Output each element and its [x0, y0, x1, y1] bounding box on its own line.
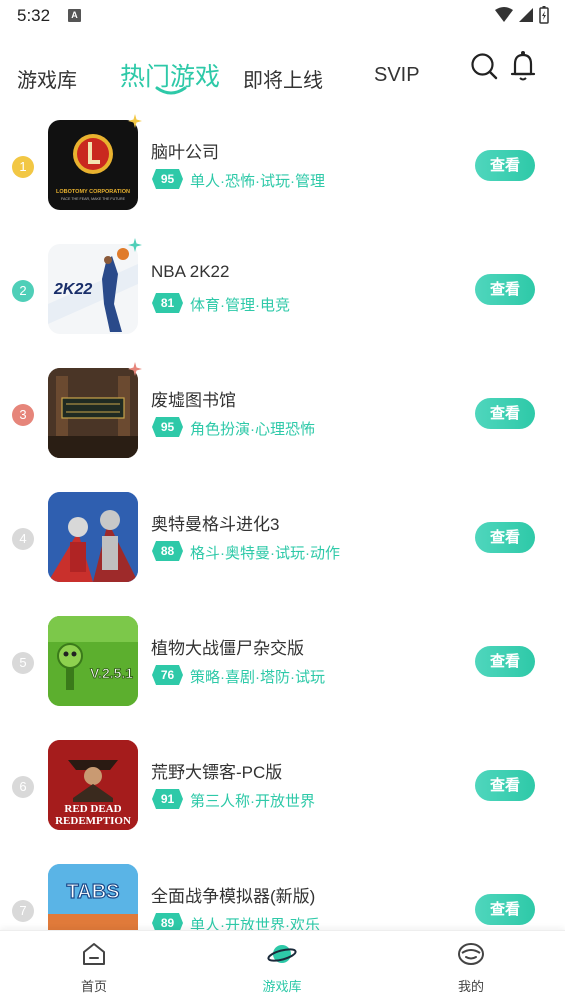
score-badge: 81	[152, 291, 183, 315]
view-button[interactable]: 查看	[475, 398, 535, 429]
hot-games-list: 1 LOBOTOMY CORPORATION FACE THE FEAR, MA…	[0, 110, 565, 930]
star-sparkle-icon	[128, 114, 142, 128]
active-tab-indicator	[155, 86, 187, 95]
bell-icon[interactable]	[509, 50, 537, 82]
score-badge: 95	[152, 167, 183, 191]
game-tags: 第三人称·开放世界	[190, 793, 315, 810]
cover-subtitle: FACE THE FEAR, MAKE THE FUTURE	[61, 197, 126, 201]
status-bar: 5:32 A	[0, 0, 565, 34]
planet-icon	[267, 945, 297, 963]
game-cover-lobotomy-corporation: LOBOTOMY CORPORATION FACE THE FEAR, MAKE…	[48, 120, 138, 210]
rank-badge: 7	[12, 900, 34, 922]
rank-badge: 5	[12, 652, 34, 674]
game-tags: 角色扮演·心理恐怖	[190, 421, 315, 438]
star-sparkle-icon	[128, 362, 142, 376]
nav-label: 首页	[80, 979, 107, 994]
score-value: 81	[160, 296, 175, 310]
nav-home[interactable]: 首页	[54, 941, 134, 995]
view-button[interactable]: 查看	[475, 894, 535, 925]
rank-badge: 2	[12, 280, 34, 302]
game-cover-tabs: TABS	[48, 864, 138, 930]
rank-badge: 1	[12, 156, 34, 178]
game-tags: 单人·恐怖·试玩·管理	[190, 173, 325, 190]
score-value: 89	[160, 916, 175, 930]
status-time: 5:32	[17, 6, 51, 25]
game-tags: 策略·喜剧·塔防·试玩	[190, 669, 325, 686]
cover-title: TABS	[67, 881, 120, 903]
score-value: 91	[160, 792, 175, 806]
score-value: 88	[160, 544, 175, 558]
profile-icon	[458, 943, 484, 965]
view-button[interactable]: 查看	[475, 770, 535, 801]
home-icon	[83, 943, 105, 965]
score-value: 95	[160, 172, 175, 186]
game-name: 荒野大镖客-PC版	[151, 763, 283, 782]
view-button[interactable]: 查看	[475, 274, 535, 305]
tab-coming-soon[interactable]: 即将上线	[243, 64, 323, 93]
nav-label: 我的	[457, 979, 484, 994]
game-name: 全面战争模拟器(新版)	[151, 887, 316, 906]
score-badge: 89	[152, 911, 183, 930]
search-icon[interactable]	[470, 52, 498, 80]
score-badge: 95	[152, 415, 183, 439]
signal-icon	[519, 8, 533, 22]
rank-badge: 6	[12, 776, 34, 798]
game-name: 奥特曼格斗进化3	[151, 515, 280, 534]
view-button[interactable]: 查看	[475, 522, 535, 553]
score-value: 76	[160, 668, 175, 682]
tab-game-library[interactable]: 游戏库	[17, 64, 77, 93]
nav-profile[interactable]: 我的	[431, 941, 511, 995]
star-sparkle-icon	[128, 238, 142, 252]
rank-badge: 4	[12, 528, 34, 550]
game-cover-nba-2k22: 2K22	[48, 244, 138, 334]
game-tags: 格斗·奥特曼·试玩·动作	[190, 545, 340, 562]
game-name: NBA 2K22	[151, 262, 230, 281]
cover-subtitle: REDEMPTION	[55, 815, 131, 827]
score-badge: 88	[152, 539, 183, 563]
game-row-lobotomy-corporation[interactable]: 1 LOBOTOMY CORPORATION FACE THE FEAR, MA…	[0, 110, 565, 234]
score-value: 95	[160, 420, 175, 434]
notification-a-icon: A	[68, 9, 81, 22]
game-name: 废墟图书馆	[151, 391, 236, 410]
cover-title: 2K22	[53, 281, 92, 298]
view-button[interactable]: 查看	[475, 150, 535, 181]
game-row-tabs[interactable]: 7 TABS 全面战争模拟器(新版) 89 单人·开放世界·欢乐 查看	[0, 854, 565, 930]
wifi-icon	[495, 7, 513, 22]
game-tags: 体育·管理·电竞	[190, 297, 290, 314]
game-name: 植物大战僵尸杂交版	[151, 639, 304, 658]
game-cover-library-of-ruina	[48, 368, 138, 458]
cover-title: V.2.5.1	[90, 665, 133, 681]
game-row-red-dead-redemption[interactable]: 6 RED DEAD REDEMPTION 荒野大镖客-PC版 91 第三人称·…	[0, 730, 565, 854]
tab-svip[interactable]: SVIP	[374, 64, 420, 87]
game-row-ultraman-fighting-evolution-3[interactable]: 4 奥特曼格斗进化3 88 格斗·奥特曼·试玩·动作 查看	[0, 482, 565, 606]
game-row-nba-2k22[interactable]: 2 2K22 NBA 2K22 81 体育·管理·电竞 查看	[0, 234, 565, 358]
cover-title: LOBOTOMY CORPORATION	[56, 189, 130, 195]
game-row-pvz-hybrid[interactable]: 5 V.2.5.1 植物大战僵尸杂交版 76 策略·喜剧·塔防·试玩 查看	[0, 606, 565, 730]
rank-badge: 3	[12, 404, 34, 426]
bottom-navigation: 首页 游戏库 我的	[0, 930, 565, 1004]
status-icons	[495, 6, 549, 24]
game-name: 脑叶公司	[151, 143, 219, 162]
game-tags: 单人·开放世界·欢乐	[190, 917, 320, 930]
view-button[interactable]: 查看	[475, 646, 535, 677]
game-cover-red-dead-redemption: RED DEAD REDEMPTION	[48, 740, 138, 830]
game-cover-ultraman	[48, 492, 138, 582]
score-badge: 76	[152, 663, 183, 687]
game-cover-pvz-hybrid: V.2.5.1	[48, 616, 138, 706]
cover-title: RED DEAD	[64, 803, 121, 815]
battery-icon	[539, 6, 549, 24]
nav-game-library[interactable]: 游戏库	[242, 941, 322, 995]
game-row-library-of-ruina[interactable]: 3 废墟图书馆 95 角色扮演·心理恐怖 查看	[0, 358, 565, 482]
nav-label: 游戏库	[262, 979, 302, 994]
score-badge: 91	[152, 787, 183, 811]
